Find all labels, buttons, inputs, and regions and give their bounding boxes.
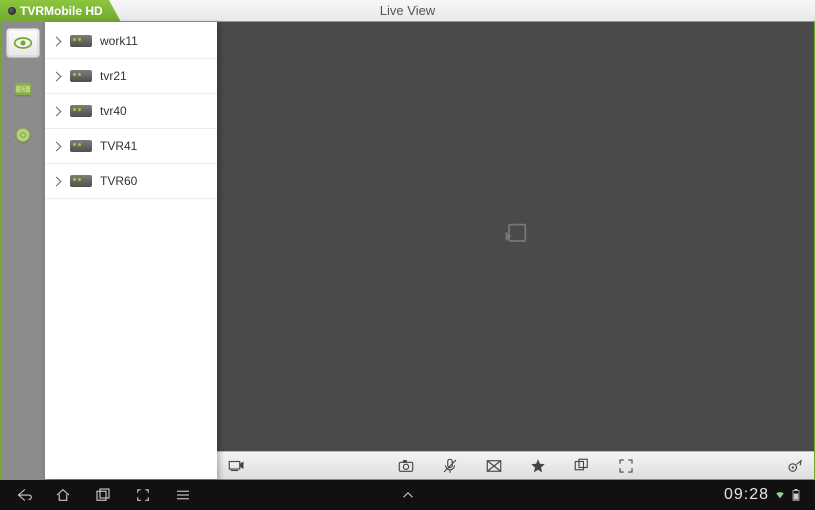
page-title: Live View [0,3,815,18]
menu-button[interactable] [174,486,192,504]
back-button[interactable] [14,486,32,504]
device-panel: work11 tvr21 tvr40 TVR41 TVR60 [45,22,217,479]
chevron-right-icon [52,176,62,186]
device-item[interactable]: tvr40 [45,94,217,129]
ptz-button[interactable] [786,457,804,475]
video-canvas[interactable] [217,22,814,451]
home-button[interactable] [54,486,72,504]
chevron-right-icon [52,141,62,151]
content: work11 tvr21 tvr40 TVR41 TVR60 [0,22,815,480]
device-label: work11 [100,34,138,48]
stream-switch-button[interactable] [227,457,245,475]
nav-settings[interactable] [6,120,40,150]
quality-button[interactable] [485,457,503,475]
nav-rail [1,22,45,479]
screenshot-button[interactable] [134,486,152,504]
device-item[interactable]: TVR60 [45,164,217,199]
fullscreen-button[interactable] [617,457,635,475]
device-label: tvr40 [100,104,127,118]
wifi-icon [775,489,785,501]
dvr-icon [70,175,92,187]
device-item[interactable]: work11 [45,24,217,59]
expand-up-button[interactable] [399,486,417,504]
chevron-right-icon [52,71,62,81]
app-root: TVRMobile HD Live View work11 [0,0,815,510]
snapshot-button[interactable] [397,457,415,475]
app-icon [8,7,16,15]
chevron-right-icon [52,106,62,116]
nav-playback[interactable] [6,74,40,104]
title-bar: TVRMobile HD Live View [0,0,815,22]
nav-live-view[interactable] [6,28,40,58]
multi-view-button[interactable] [573,457,591,475]
favorite-button[interactable] [529,457,547,475]
clock: 09:28 [724,486,769,504]
dvr-icon [70,35,92,47]
video-toolbar [217,451,814,479]
device-label: tvr21 [100,69,127,83]
device-label: TVR60 [100,174,137,188]
chevron-right-icon [52,36,62,46]
add-stream-placeholder-icon [502,220,530,253]
device-item[interactable]: tvr21 [45,59,217,94]
status-area[interactable]: 09:28 [724,486,801,504]
dvr-icon [70,70,92,82]
app-tab: TVRMobile HD [0,0,121,22]
video-area [217,22,814,479]
system-nav-bar: 09:28 [0,480,815,510]
battery-icon [791,489,801,501]
dvr-icon [70,140,92,152]
device-label: TVR41 [100,139,137,153]
device-item[interactable]: TVR41 [45,129,217,164]
mic-button[interactable] [441,457,459,475]
recent-apps-button[interactable] [94,486,112,504]
dvr-icon [70,105,92,117]
app-name: TVRMobile HD [20,4,103,18]
